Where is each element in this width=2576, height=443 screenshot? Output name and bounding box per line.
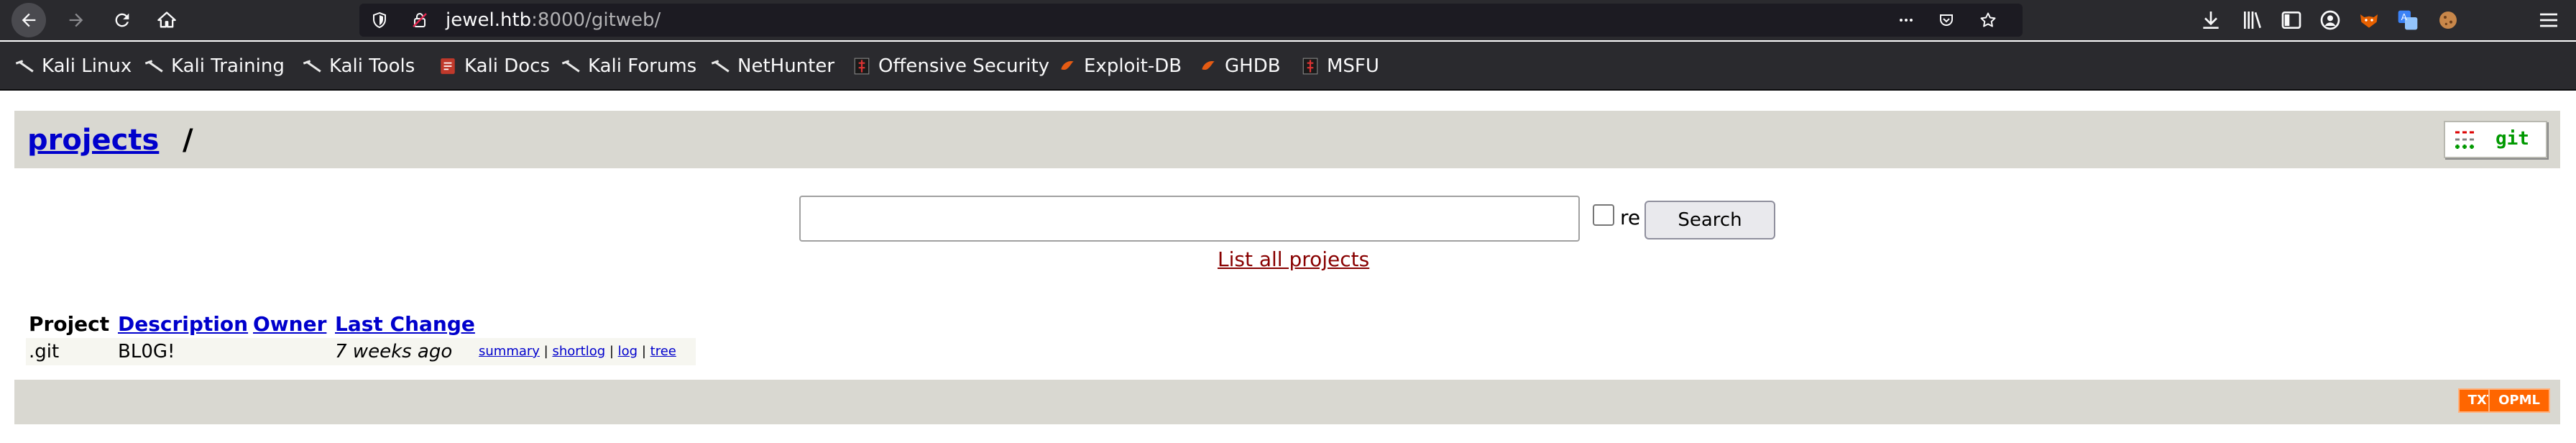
shortlog-link[interactable]: shortlog — [552, 344, 605, 359]
more-actions-icon[interactable] — [1898, 12, 1915, 29]
ghdb-icon — [1202, 60, 1215, 70]
regex-checkbox[interactable] — [1593, 204, 1614, 226]
url-text[interactable]: jewel.htb:8000/gitweb/ — [446, 4, 661, 37]
project-name-cell[interactable]: .git — [29, 341, 59, 362]
description-column-header[interactable]: Description — [118, 312, 248, 336]
bookmark-kali-forums[interactable]: Kali Forums — [562, 55, 696, 78]
kali-dragon-icon — [562, 57, 581, 76]
account-icon[interactable] — [2319, 9, 2342, 32]
project-description-cell[interactable]: BL0G! — [118, 341, 175, 362]
git-logo[interactable]: git — [2444, 121, 2547, 158]
bookmark-kali-training[interactable]: Kali Training — [145, 55, 285, 78]
breadcrumb-separator: / — [183, 124, 193, 157]
cookie-icon[interactable] — [2437, 9, 2460, 32]
bookmark-label: Kali Linux — [42, 55, 132, 77]
arrow-right-icon — [69, 13, 83, 27]
kali-dragon-icon — [303, 57, 322, 76]
kali-dragon-icon — [712, 57, 730, 76]
bookmark-ghdb[interactable]: GHDB — [1199, 55, 1281, 78]
bookmark-star-icon[interactable] — [1979, 12, 1997, 29]
download-icon[interactable] — [2199, 9, 2222, 32]
bookmark-label: MSFU — [1327, 55, 1379, 77]
reload-icon — [115, 13, 129, 27]
gitweb-page: projects / git re Search List all projec… — [0, 91, 2576, 443]
pocket-icon[interactable] — [1938, 12, 1955, 29]
bookmark-label: Exploit-DB — [1084, 55, 1182, 77]
bookmark-label: Kali Forums — [588, 55, 697, 77]
page-header: projects / git — [14, 111, 2560, 168]
sidebar-icon[interactable] — [2280, 9, 2303, 32]
url-host: jewel.htb — [446, 9, 532, 31]
opml-feed-button[interactable]: OPML — [2488, 388, 2550, 413]
summary-link[interactable]: summary — [479, 344, 540, 359]
tree-link[interactable]: tree — [650, 344, 676, 359]
insecure-lock-icon[interactable] — [411, 12, 428, 29]
last-change-cell: 7 weeks ago — [335, 341, 453, 362]
bookmark-kali-docs[interactable]: Kali Docs — [438, 55, 550, 78]
bookmarks-toolbar: Kali Linux Kali Training Kali Tools Kali… — [0, 42, 2576, 91]
library-icon[interactable] — [2241, 9, 2264, 32]
exploit-db-icon — [1061, 60, 1074, 70]
msfu-icon — [1302, 58, 1318, 75]
reload-button[interactable] — [105, 3, 139, 37]
bookmark-label: Kali Docs — [464, 55, 551, 77]
hamburger-menu-icon[interactable] — [2537, 9, 2560, 32]
home-icon — [157, 12, 176, 28]
url-bar[interactable]: jewel.htb:8000/gitweb/ — [359, 4, 2023, 37]
kali-dragon-icon — [145, 57, 164, 76]
forward-button[interactable] — [59, 3, 93, 37]
home-button[interactable] — [150, 3, 184, 37]
tracking-shield-icon[interactable] — [371, 12, 388, 29]
last-change-column-header[interactable]: Last Change — [335, 312, 475, 336]
project-search-input[interactable] — [799, 196, 1580, 242]
bookmark-offensive-security[interactable]: Offensive Security — [852, 55, 1049, 78]
projects-breadcrumb-link[interactable]: projects — [27, 124, 159, 157]
git-logo-icon — [2455, 131, 2474, 149]
project-action-links: summary | shortlog | log | tree — [479, 344, 676, 359]
bookmark-nethunter[interactable]: NetHunter — [712, 55, 834, 78]
project-column-header: Project — [29, 312, 110, 336]
kali-dragon-icon — [16, 57, 34, 76]
extension-fox-icon[interactable] — [2358, 9, 2380, 32]
back-button[interactable] — [12, 3, 46, 37]
kali-docs-icon — [441, 58, 455, 74]
svg-text:A: A — [2401, 12, 2408, 22]
bookmark-kali-tools[interactable]: Kali Tools — [303, 55, 415, 78]
arrow-left-icon — [22, 13, 36, 27]
offsec-icon — [854, 58, 870, 75]
log-link[interactable]: log — [618, 344, 638, 359]
url-path: :8000/gitweb/ — [531, 9, 661, 31]
bookmark-label: GHDB — [1225, 55, 1281, 77]
browser-toolbar: jewel.htb:8000/gitweb/ A — [0, 0, 2576, 40]
translate-icon[interactable]: A — [2396, 9, 2419, 32]
regex-checkbox-label: re — [1620, 206, 1641, 229]
git-logo-text: git — [2496, 128, 2529, 150]
bookmark-label: Kali Tools — [329, 55, 415, 77]
list-all-projects-link[interactable]: List all projects — [1218, 247, 1369, 271]
bookmark-label: NetHunter — [737, 55, 835, 77]
owner-column-header[interactable]: Owner — [253, 312, 326, 336]
page-footer: TXT OPML — [14, 380, 2560, 424]
search-button[interactable]: Search — [1644, 201, 1775, 239]
bookmark-exploit-db[interactable]: Exploit-DB — [1058, 55, 1182, 78]
bookmark-label: Offensive Security — [878, 55, 1050, 77]
bookmark-msfu[interactable]: MSFU — [1301, 55, 1379, 78]
bookmark-label: Kali Training — [171, 55, 285, 77]
bookmark-kali-linux[interactable]: Kali Linux — [16, 55, 132, 78]
